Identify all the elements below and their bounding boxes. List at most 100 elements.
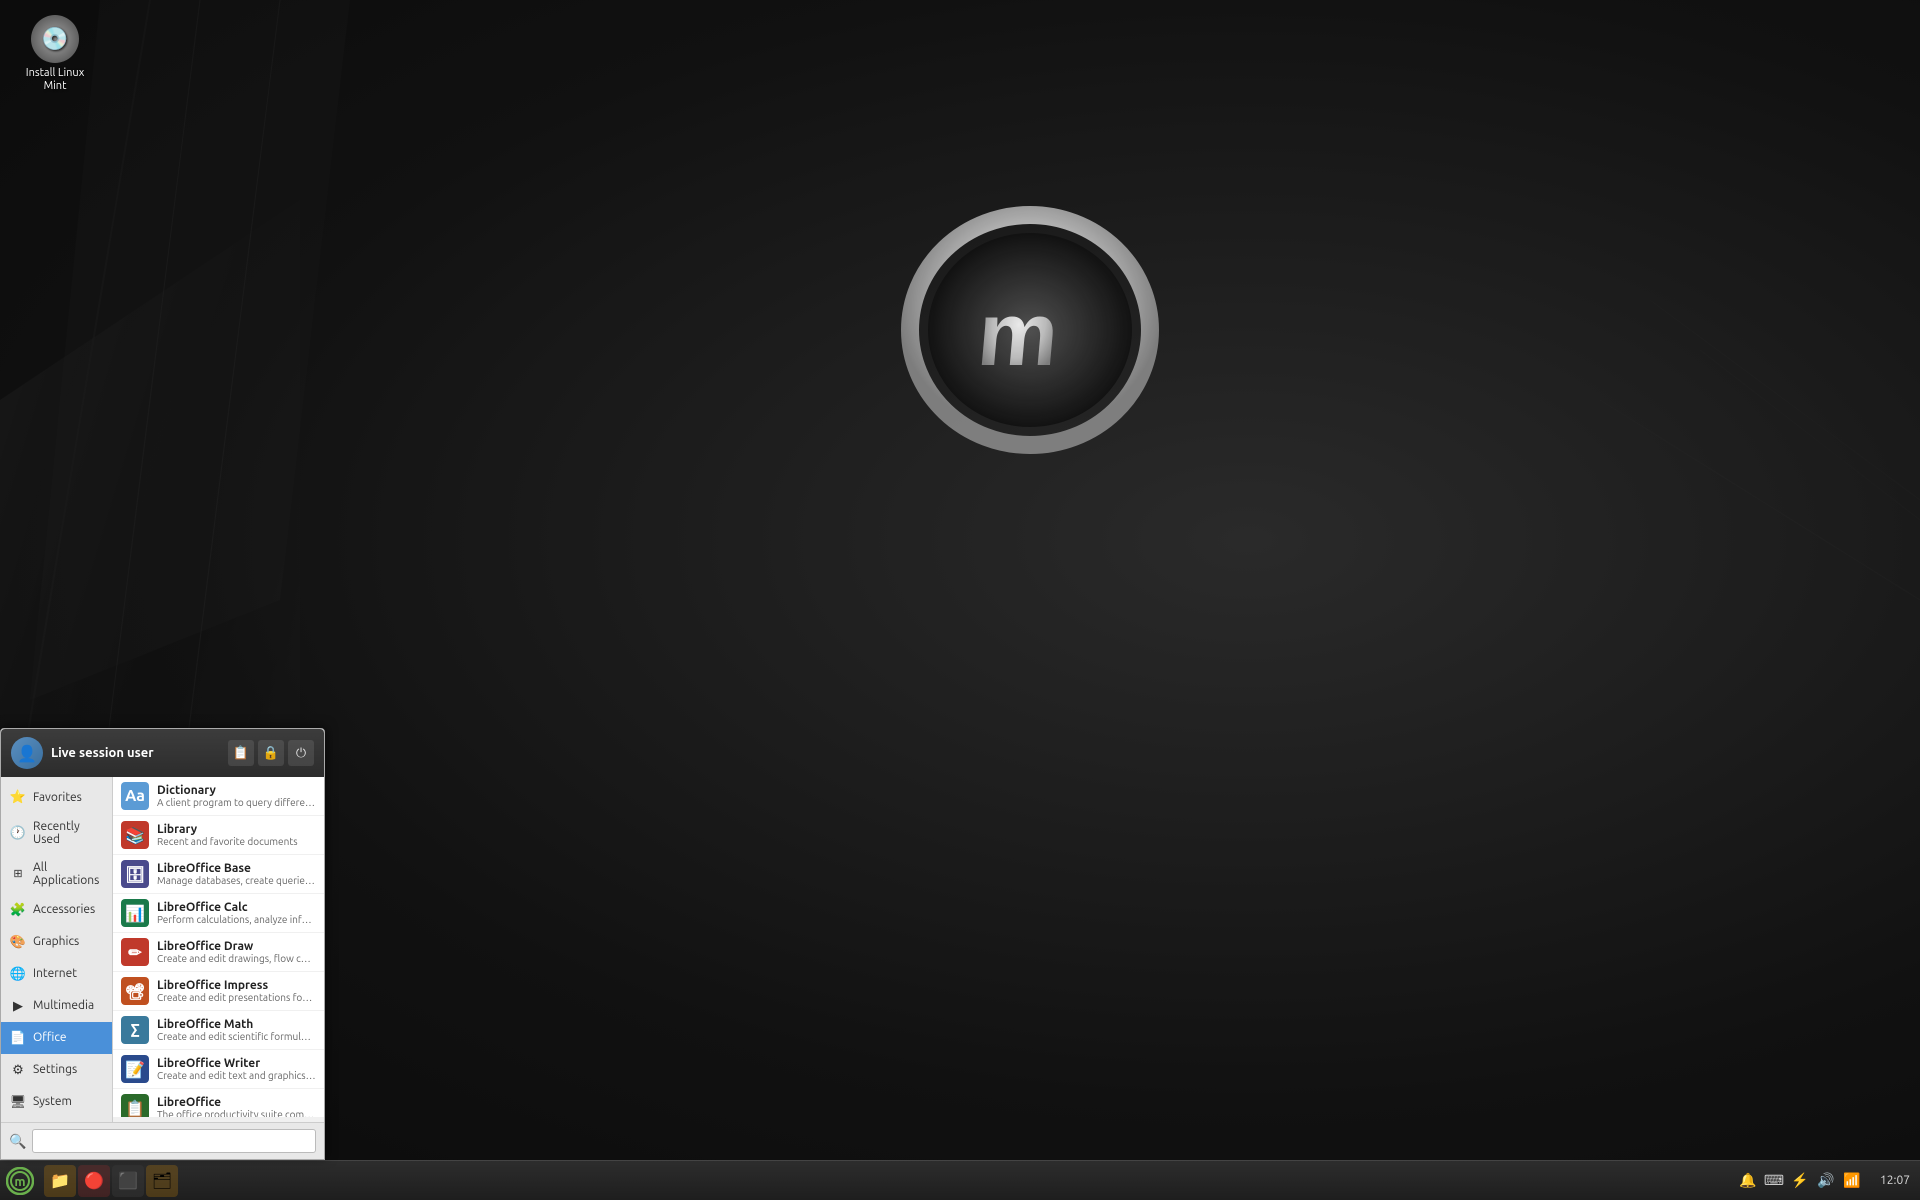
menu-avatar: 👤 [11, 737, 43, 769]
taskbar-systray: 🔔 ⌨ ⚡ 🔊 📶 [1730, 1171, 1870, 1191]
multimedia-label: Multimedia [33, 999, 94, 1012]
graphics-icon: 🎨 [9, 933, 27, 951]
app-item-lobase[interactable]: 🗄 LibreOffice BaseManage databases, creat… [113, 855, 324, 894]
app-desc-library: Recent and favorite documents [157, 836, 316, 847]
install-mint-label: Install Linux Mint [15, 67, 95, 93]
sidebar-item-recently-used[interactable]: 🕐 Recently Used [1, 813, 112, 853]
mint-start-icon: m [6, 1167, 34, 1195]
app-desc-lobase: Manage databases, create queries and ... [157, 875, 316, 886]
menu-username: Live session user [51, 746, 220, 760]
app-item-lowriter[interactable]: 📝 LibreOffice WriterCreate and edit text … [113, 1050, 324, 1089]
recently-used-label: Recently Used [33, 820, 104, 846]
search-icon: 🔍 [9, 1133, 26, 1150]
systray-keyboard-icon[interactable]: ⌨ [1764, 1171, 1784, 1191]
app-desc-lodraw: Create and edit drawings, flow charts a.… [157, 953, 316, 964]
app-name-localc: LibreOffice Calc [157, 901, 316, 914]
install-mint-icon[interactable]: 💿 Install Linux Mint [15, 15, 95, 93]
settings-icon: ⚙ [9, 1061, 27, 1079]
internet-icon: 🌐 [9, 965, 27, 983]
office-icon: 📄 [9, 1029, 27, 1047]
app-name-lodraw: LibreOffice Draw [157, 940, 316, 953]
system-icon: 🖥 [9, 1093, 27, 1111]
app-desc-lowriter: Create and edit text and graphics in let… [157, 1070, 316, 1081]
menu-search-bar: 🔍 [1, 1122, 324, 1159]
app-icon-lo: 📋 [121, 1094, 149, 1117]
favorites-label: Favorites [33, 791, 82, 804]
taskbar-redapp-btn[interactable]: 🔴 [78, 1165, 110, 1197]
app-name-lobase: LibreOffice Base [157, 862, 316, 875]
menu-body: ⭐ Favorites 🕐 Recently Used ⊞ All Applic… [1, 777, 324, 1122]
sidebar-item-multimedia[interactable]: ▶ Multimedia [1, 990, 112, 1022]
app-icon-lowriter: 📝 [121, 1055, 149, 1083]
accessories-icon: 🧩 [9, 901, 27, 919]
header-files-btn[interactable]: 📋 [228, 740, 254, 766]
taskbar-terminal-btn[interactable]: ⬛ [112, 1165, 144, 1197]
app-name-dictionary: Dictionary [157, 784, 316, 797]
menu-header-actions: 📋 🔒 ⏻ [228, 740, 314, 766]
all-apps-icon: ⊞ [9, 865, 27, 883]
app-name-lomath: LibreOffice Math [157, 1018, 316, 1031]
app-icon-lobase: 🗄 [121, 860, 149, 888]
taskbar-fm-btn[interactable]: 🗂 [146, 1165, 178, 1197]
search-input[interactable] [32, 1129, 316, 1153]
sidebar-item-accessories[interactable]: 🧩 Accessories [1, 894, 112, 926]
system-label: System [33, 1095, 72, 1108]
systray-notify-icon[interactable]: 🔔 [1738, 1171, 1758, 1191]
internet-label: Internet [33, 967, 77, 980]
sidebar-item-system[interactable]: 🖥 System [1, 1086, 112, 1118]
graphics-label: Graphics [33, 935, 79, 948]
systray-power-icon[interactable]: ⚡ [1790, 1171, 1810, 1191]
app-name-loimpress: LibreOffice Impress [157, 979, 316, 992]
app-desc-lo: The office productivity suite compatibil… [157, 1109, 316, 1117]
menu-sidebar: ⭐ Favorites 🕐 Recently Used ⊞ All Applic… [1, 777, 113, 1122]
taskbar-clock[interactable]: 12:07 [1870, 1174, 1920, 1187]
header-power-btn[interactable]: ⏻ [288, 740, 314, 766]
systray-volume-icon[interactable]: 🔊 [1816, 1171, 1836, 1191]
systray-network-icon[interactable]: 📶 [1842, 1171, 1862, 1191]
app-item-library[interactable]: 📚 LibraryRecent and favorite documents [113, 816, 324, 855]
taskbar-folder-btn[interactable]: 📁 [44, 1165, 76, 1197]
sidebar-item-office[interactable]: 📄 Office [1, 1022, 112, 1054]
sidebar-item-internet[interactable]: 🌐 Internet [1, 958, 112, 990]
app-item-localc[interactable]: 📊 LibreOffice CalcPerform calculations, a… [113, 894, 324, 933]
app-name-library: Library [157, 823, 316, 836]
app-icon-dictionary: Aa [121, 782, 149, 810]
sidebar-item-favorites[interactable]: ⭐ Favorites [1, 781, 112, 813]
app-item-loimpress[interactable]: 📽 LibreOffice ImpressCreate and edit pres… [113, 972, 324, 1011]
settings-label: Settings [33, 1063, 77, 1076]
app-icon-localc: 📊 [121, 899, 149, 927]
recently-used-icon: 🕐 [9, 824, 27, 842]
app-item-dictionary[interactable]: AaDictionaryA client program to query di… [113, 777, 324, 816]
app-name-lo: LibreOffice [157, 1096, 316, 1109]
app-icon-library: 📚 [121, 821, 149, 849]
all-apps-label: All Applications [33, 861, 104, 887]
accessories-label: Accessories [33, 903, 95, 916]
app-item-lo[interactable]: 📋 LibreOfficeThe office productivity suit… [113, 1089, 324, 1117]
taskbar: m 📁 🔴 ⬛ 🗂 🔔 ⌨ ⚡ 🔊 📶 12:07 [0, 1160, 1920, 1200]
favorites-icon: ⭐ [9, 788, 27, 806]
svg-text:m: m [974, 284, 1063, 385]
app-item-lodraw[interactable]: ✏ LibreOffice DrawCreate and edit drawing… [113, 933, 324, 972]
sidebar-item-graphics[interactable]: 🎨 Graphics [1, 926, 112, 958]
start-menu: 👤 Live session user 📋 🔒 ⏻ ⭐ Favorites 🕐 [0, 728, 325, 1160]
app-icon-loimpress: 📽 [121, 977, 149, 1005]
app-item-lomath[interactable]: ∑ LibreOffice MathCreate and edit scienti… [113, 1011, 324, 1050]
menu-header: 👤 Live session user 📋 🔒 ⏻ [1, 729, 324, 777]
app-name-lowriter: LibreOffice Writer [157, 1057, 316, 1070]
app-desc-loimpress: Create and edit presentations for slide.… [157, 992, 316, 1003]
app-icon-lodraw: ✏ [121, 938, 149, 966]
install-mint-icon-img: 💿 [31, 15, 79, 63]
app-desc-localc: Perform calculations, analyze informati.… [157, 914, 316, 925]
mint-logo: m [900, 200, 1160, 464]
taskbar-pinned: 📁 🔴 ⬛ 🗂 [40, 1165, 182, 1197]
start-button[interactable]: m [0, 1161, 40, 1200]
menu-apps-panel: AaDictionaryA client program to query di… [113, 777, 324, 1117]
app-icon-lomath: ∑ [121, 1016, 149, 1044]
office-label: Office [33, 1031, 67, 1044]
app-desc-lomath: Create and edit scientific formulas and … [157, 1031, 316, 1042]
header-lock-btn[interactable]: 🔒 [258, 740, 284, 766]
svg-text:m: m [14, 1175, 25, 1189]
sidebar-item-all-applications[interactable]: ⊞ All Applications [1, 854, 112, 894]
sidebar-item-settings[interactable]: ⚙ Settings [1, 1054, 112, 1086]
multimedia-icon: ▶ [9, 997, 27, 1015]
